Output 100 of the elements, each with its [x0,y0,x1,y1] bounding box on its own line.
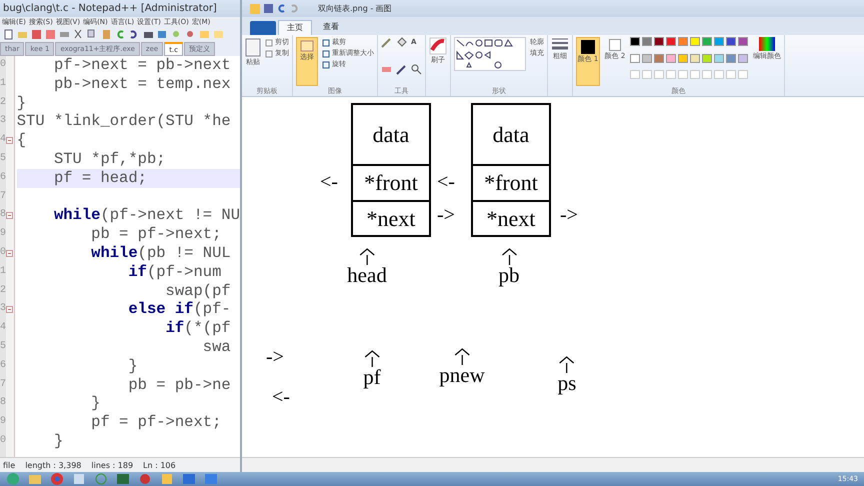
line-number: 2 [0,96,6,110]
code-line: while(pf->next != NU [52,206,240,226]
undo-icon[interactable] [277,4,286,13]
code-line: else if(pf- [127,300,232,320]
status-text: file [3,460,16,472]
color-picker-icon[interactable] [396,64,407,74]
code-line: } [127,356,139,376]
arrow-label: -> [560,205,578,225]
node-field: *next [473,200,549,235]
window-title: 双向链表.png - 画图 [318,2,392,14]
line-number: 7 [0,190,6,204]
color-swatch[interactable] [702,54,712,63]
fold-icon[interactable] [6,137,14,144]
shapes-gallery-icon[interactable] [454,37,526,71]
code-line: { [16,131,28,150]
code-line: pb = pb->ne [127,376,232,394]
line-number: 2 [0,284,6,298]
scissors-icon[interactable] [73,29,84,40]
color-swatch-icon [581,40,595,54]
code-editor[interactable] [0,56,240,457]
color-swatch-icon [609,39,621,51]
color-swatch[interactable] [726,37,736,46]
code-line: pb->next = temp.nex [52,74,232,94]
arrow-label: -> [266,347,284,367]
selection-icon [300,40,314,52]
fold-icon[interactable] [6,306,14,314]
window-title: bug\clang\t.c - Notepad++ [Administrator] [0,0,240,17]
color-swatch[interactable] [726,54,736,63]
code-line: STU *link_order(STU *he [16,112,232,132]
color-spectrum-icon [759,37,775,51]
status-text: Ln : 106 [143,460,176,472]
color-swatch[interactable] [738,54,748,63]
magnifier-icon[interactable] [411,64,422,74]
color-swatch[interactable] [654,54,664,63]
fill-bucket-icon[interactable] [396,37,407,48]
node-field: *front [353,164,429,200]
pointer-label: ps [558,373,576,394]
line-number: 0 [0,246,6,260]
ribbon-tab[interactable]: 主页 [278,20,312,35]
color-swatch[interactable] [738,37,748,46]
fold-icon[interactable] [6,250,14,257]
color-swatch[interactable] [642,37,652,46]
line-width-icon [551,37,569,51]
code-line: } [16,94,28,112]
color-swatch[interactable] [714,54,724,63]
color-swatch[interactable] [678,37,688,46]
empty-color-swatch[interactable] [714,70,724,80]
line-number: 9 [0,415,6,430]
document-icon[interactable] [3,29,14,40]
color-swatch[interactable] [654,37,664,46]
pencil-icon[interactable] [381,37,392,48]
code-line: while(pb != NUL [90,244,232,263]
rotate-icon [322,60,330,68]
line-number: 6 [0,170,6,185]
color-swatch[interactable] [642,54,652,63]
line-number: 9 [0,227,6,242]
pointer-label: pb [498,265,520,286]
code-line: } [52,432,64,451]
color-swatch[interactable] [666,37,676,46]
clipboard-icon [245,37,261,57]
line-number: 4 [0,321,6,336]
line-number: 1 [0,76,6,91]
line-number: 5 [0,340,6,354]
line-number: 1 [0,264,6,279]
code-line: pf->next = pb->next [52,56,232,75]
empty-color-swatch[interactable] [726,70,736,80]
ribbon-tab[interactable]: 查看 [314,19,348,35]
empty-color-swatch[interactable] [654,70,664,80]
color-swatch[interactable] [630,37,640,46]
node-field: data [473,105,549,164]
empty-color-swatch[interactable] [738,70,748,80]
scissors-icon [265,38,273,46]
start-orb-icon[interactable] [6,473,20,485]
color-swatch[interactable] [678,54,688,63]
fold-icon[interactable] [6,212,14,220]
empty-color-swatch[interactable] [702,70,712,80]
line-number: 6 [0,358,6,373]
status-text: lines : 189 [91,460,134,472]
pointer-label: head [347,265,387,286]
empty-color-swatch[interactable] [630,70,640,80]
code-line: pb = pf->next; [90,225,222,244]
color-swatch[interactable] [702,37,712,46]
color-swatch[interactable] [630,54,640,63]
arrow-label: <- [320,172,338,192]
pointer-label: pnew [439,365,485,386]
empty-color-swatch[interactable] [642,70,652,80]
brush-icon [429,37,447,55]
empty-color-swatch[interactable] [690,70,700,80]
line-number: 3 [0,114,6,128]
resize-icon [322,50,330,58]
empty-color-swatch[interactable] [678,70,688,80]
color-swatch[interactable] [666,54,676,63]
color-swatch[interactable] [690,37,700,46]
color-swatch[interactable] [690,54,700,63]
empty-color-swatch[interactable] [666,70,676,80]
line-number: 4 [0,133,6,148]
pointer-label: pf [363,367,381,388]
node-field: data [353,105,429,164]
code-line: } [90,394,102,414]
color-swatch[interactable] [714,37,724,46]
